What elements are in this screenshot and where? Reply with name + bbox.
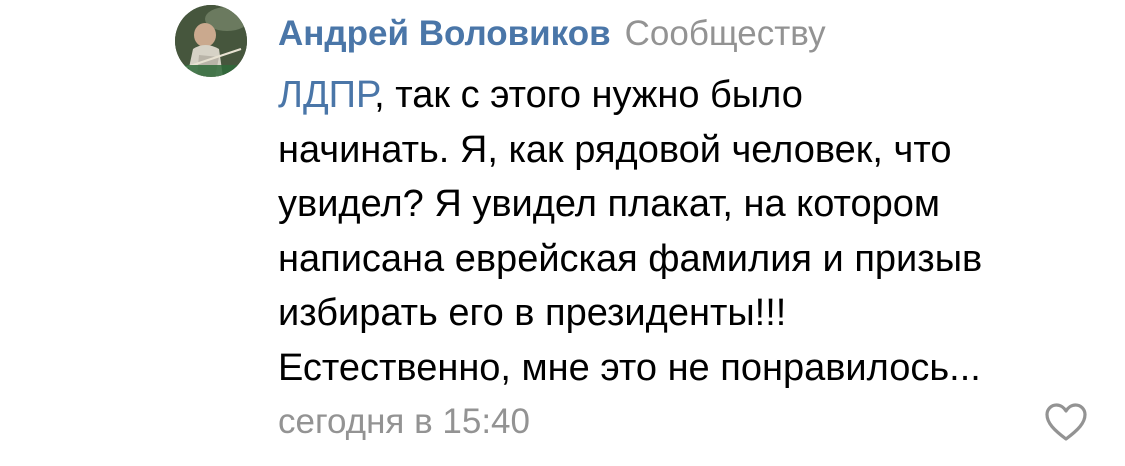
comment-header: Андрей Воловиков Сообществу xyxy=(278,12,826,56)
avatar-photo-icon xyxy=(175,5,247,77)
comment: Андрей Воловиков Сообществу ЛДПР, так с э… xyxy=(0,0,1125,466)
like-button[interactable] xyxy=(1044,402,1088,442)
avatar[interactable] xyxy=(175,5,247,77)
comment-line: начинать. Я, как рядовой человек, что xyxy=(278,128,952,171)
author-name-link[interactable]: Андрей Воловиков xyxy=(278,14,611,53)
comment-line-text: , так с этого нужно было xyxy=(374,74,803,116)
comment-line: избирать его в президенты!!! xyxy=(278,292,787,334)
comment-timestamp[interactable]: сегодня в 15:40 xyxy=(278,400,530,444)
reply-to-link[interactable]: Сообществу xyxy=(625,14,826,53)
comment-text: ЛДПР, так с этого нужно было начинать. Я… xyxy=(278,68,1098,395)
comment-line: ЛДПР, так с этого нужно было xyxy=(278,68,1098,123)
comment-line: увидел? Я увидел плакат, на котором xyxy=(278,183,940,225)
comment-line: написана еврейская фамилия и призыв xyxy=(278,237,983,280)
mention-link[interactable]: ЛДПР xyxy=(278,74,374,116)
comment-line: Естественно, мне это не понравилось... xyxy=(278,346,981,389)
heart-outline-icon xyxy=(1045,403,1087,441)
